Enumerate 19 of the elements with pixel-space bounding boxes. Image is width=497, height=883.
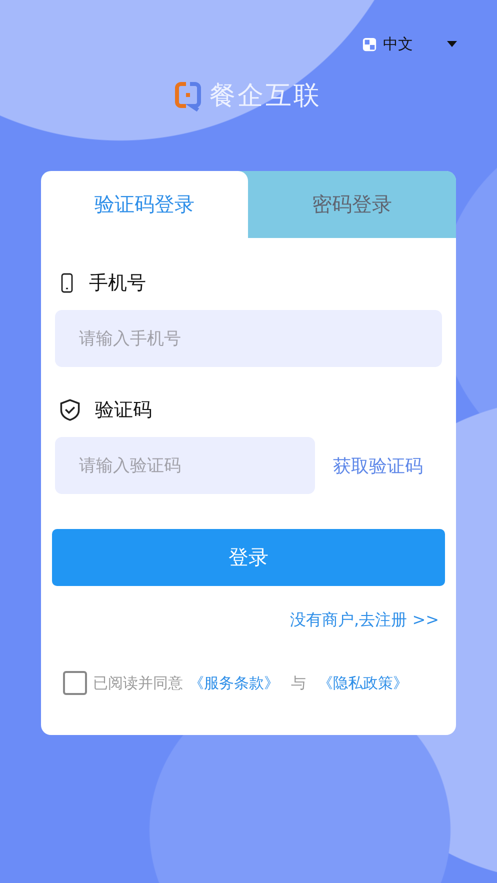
field-label: 验证码 (95, 398, 152, 423)
brand-name: 餐企互联 (210, 80, 322, 113)
agreement-text: 已阅读并同意 (93, 674, 183, 692)
input-field[interactable]: 请输入手机号 (55, 310, 442, 367)
privacy-link[interactable]: 《隐私政策》 (318, 674, 408, 692)
terms-link[interactable]: 《服务条款》 (189, 674, 279, 692)
input-field[interactable]: 请输入验证码 (55, 437, 315, 494)
language-selector[interactable]: 中文 (362, 32, 457, 56)
agreement-checkbox[interactable] (63, 671, 87, 695)
register-link[interactable]: 没有商户,去注册 >> (290, 610, 439, 631)
get-code-link[interactable]: 获取验证码 (333, 454, 423, 478)
shield-check-icon (59, 398, 81, 422)
field-label: 手机号 (89, 271, 146, 296)
login-tab[interactable]: 验证码登录 (41, 171, 248, 238)
translate-icon (362, 36, 377, 52)
phone-icon (59, 273, 75, 293)
login-button[interactable]: 登录 (52, 529, 445, 586)
caret-icon (447, 41, 457, 47)
agreement-text: 与 (291, 674, 306, 692)
